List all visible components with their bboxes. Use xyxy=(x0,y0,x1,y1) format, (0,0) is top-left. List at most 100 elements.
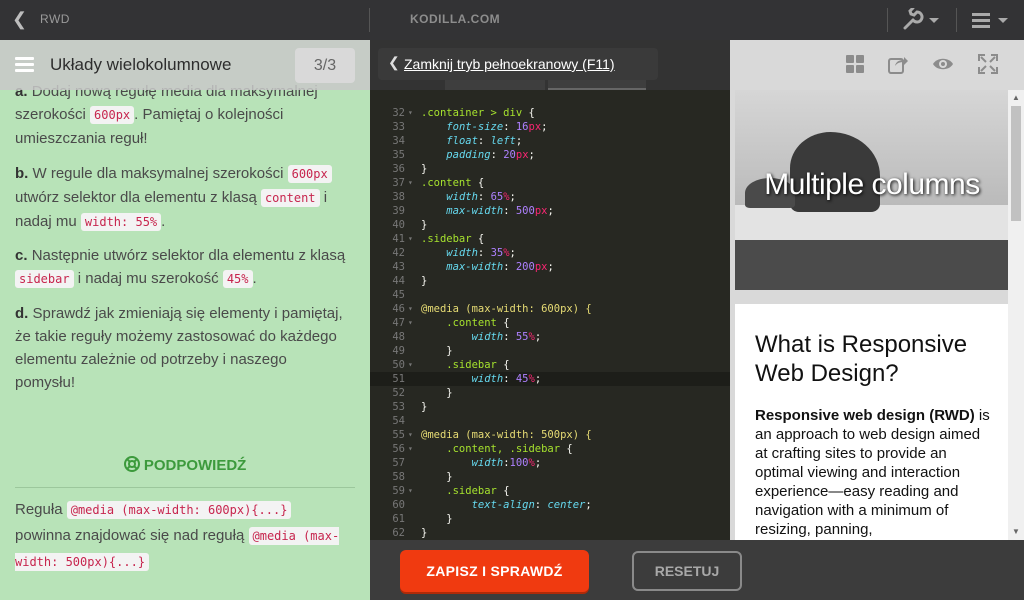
code-line[interactable]: 34 float: left; xyxy=(370,134,730,148)
eye-icon[interactable] xyxy=(932,54,954,76)
code-line[interactable]: 35 padding: 20px; xyxy=(370,148,730,162)
chevron-left-icon[interactable]: ❮ xyxy=(12,9,27,30)
task-letter: c. xyxy=(15,247,28,264)
code-line[interactable]: 51 width: 45%; xyxy=(370,372,730,386)
fold-icon[interactable]: ▾ xyxy=(408,176,413,190)
task-letter: d. xyxy=(15,305,29,322)
code-line[interactable]: 37 ▾ .content { xyxy=(370,176,730,190)
grid-icon[interactable] xyxy=(844,54,866,76)
code-line[interactable]: 36} xyxy=(370,162,730,176)
preview-frame[interactable]: Multiple columns What is Responsive Web … xyxy=(735,90,1009,540)
line-text: } xyxy=(421,527,428,539)
line-text: .content, .sidebar { xyxy=(421,443,573,455)
code-line[interactable]: 47 ▾ .content { xyxy=(370,316,730,330)
exit-fullscreen-label: Zamknij tryb pełnoekranowy (F11) xyxy=(404,56,615,72)
preview-scrollbar[interactable]: ▲ ▼ xyxy=(1008,90,1024,540)
lifebuoy-icon xyxy=(123,456,144,474)
code-line[interactable]: 41 ▾ .sidebar { xyxy=(370,232,730,246)
line-number: 32 xyxy=(392,107,405,119)
scroll-down-icon[interactable]: ▼ xyxy=(1012,527,1020,536)
hint-text-part: powinna znajdować się nad regułą xyxy=(15,527,245,544)
code-line[interactable]: 56 ▾ .content, .sidebar { xyxy=(370,442,730,456)
line-number: 42 xyxy=(392,247,405,259)
main-menu-dropdown[interactable] xyxy=(970,8,1014,32)
top-bar: ❮ RWD KODILLA.COM xyxy=(0,0,1024,40)
code-line[interactable]: 62} xyxy=(370,526,730,540)
code-line[interactable]: 33 font-size: 16px; xyxy=(370,120,730,134)
code-line[interactable]: 55 ▾ @media (max-width: 500px) { xyxy=(370,428,730,442)
code-line[interactable]: 45 xyxy=(370,288,730,302)
line-number: 56 xyxy=(392,443,405,455)
line-text: } xyxy=(421,275,428,287)
code-snippet: 600px xyxy=(287,165,332,183)
fold-icon[interactable]: ▾ xyxy=(408,316,413,330)
code-snippet: sidebar xyxy=(15,270,74,288)
code-line[interactable]: 61 } xyxy=(370,512,730,526)
code-line[interactable]: 40} xyxy=(370,218,730,232)
code-line[interactable]: 43 max-width: 200px; xyxy=(370,260,730,274)
paragraph-text: is an approach to web design aimed at cr… xyxy=(755,407,990,538)
hint-toggle[interactable]: PODPOWIEDŹ xyxy=(0,456,370,474)
line-number: 62 xyxy=(392,527,405,539)
tools-dropdown[interactable] xyxy=(901,6,943,32)
task-text: Następnie utwórz selektor dla elementu z… xyxy=(31,247,346,264)
divider xyxy=(369,8,370,32)
fold-icon[interactable]: ▾ xyxy=(408,106,413,120)
fold-icon[interactable]: ▾ xyxy=(408,302,413,316)
line-number: 37 xyxy=(392,177,405,189)
share-icon[interactable] xyxy=(887,54,909,76)
menu-icon xyxy=(972,13,1008,28)
exit-fullscreen-button[interactable]: ❮ Zamknij tryb pełnoekranowy (F11) xyxy=(378,48,658,80)
code-line[interactable]: 49 } xyxy=(370,344,730,358)
course-name[interactable]: RWD xyxy=(40,12,70,26)
fullscreen-icon[interactable] xyxy=(977,54,999,76)
fold-icon[interactable]: ▾ xyxy=(408,232,413,246)
section-gap xyxy=(735,290,1009,304)
line-text: max-width: 500px; xyxy=(446,205,554,217)
task-text: utwórz selektor dla elementu z klasą xyxy=(15,189,257,206)
fold-icon[interactable]: ▾ xyxy=(408,442,413,456)
scroll-up-icon[interactable]: ▲ xyxy=(1012,93,1020,102)
preview-heading: What is Responsive Web Design? xyxy=(755,331,968,387)
divider xyxy=(956,8,957,32)
fold-icon[interactable]: ▾ xyxy=(408,358,413,372)
code-line[interactable]: 39 max-width: 500px; xyxy=(370,204,730,218)
line-number: 58 xyxy=(392,471,405,483)
preview-toolbar xyxy=(730,40,1024,90)
line-text: width: 45%; xyxy=(471,373,542,385)
line-text: } xyxy=(421,387,453,399)
code-line[interactable]: 60 text-align: center; xyxy=(370,498,730,512)
code-line[interactable]: 59 ▾ .sidebar { xyxy=(370,484,730,498)
line-number: 50 xyxy=(392,359,405,371)
line-text: } xyxy=(421,219,428,231)
brand-link[interactable]: KODILLA.COM xyxy=(410,12,500,26)
code-line[interactable]: 42 width: 35%; xyxy=(370,246,730,260)
code-line[interactable]: 44} xyxy=(370,274,730,288)
preview-paragraph: Responsive web design (RWD) is an approa… xyxy=(755,406,995,539)
code-line[interactable]: 32 ▾ .container > div { xyxy=(370,106,730,120)
line-number: 54 xyxy=(392,415,405,427)
code-line[interactable]: 53} xyxy=(370,400,730,414)
code-lines[interactable]: 32 ▾ .container > div {33 font-size: 16px;… xyxy=(370,106,730,540)
divider xyxy=(887,8,888,32)
code-line[interactable]: 48 width: 55%; xyxy=(370,330,730,344)
scrollbar-thumb[interactable] xyxy=(1011,106,1021,221)
code-line[interactable]: 54 xyxy=(370,414,730,428)
code-line[interactable]: 38 width: 65%; xyxy=(370,190,730,204)
save-and-check-button[interactable]: ZAPISZ I SPRAWDŹ xyxy=(400,550,589,592)
code-line[interactable]: 58 } xyxy=(370,470,730,484)
code-editor[interactable]: styles.css ❮ Zamknij tryb pełnoekranowy … xyxy=(370,40,730,540)
lesson-title: Układy wielokolumnowe xyxy=(50,55,232,74)
hamburger-icon[interactable] xyxy=(15,57,34,73)
code-line[interactable]: 46 ▾ @media (max-width: 600px) { xyxy=(370,302,730,316)
line-text: } xyxy=(421,345,453,357)
code-line[interactable]: 57 width:100%; xyxy=(370,456,730,470)
step-pager[interactable]: 3/3 xyxy=(295,48,355,83)
code-line[interactable]: 52 } xyxy=(370,386,730,400)
line-number: 47 xyxy=(392,317,405,329)
line-text: } xyxy=(421,471,453,483)
code-line[interactable]: 50 ▾ .sidebar { xyxy=(370,358,730,372)
reset-button[interactable]: RESETUJ xyxy=(632,551,742,591)
fold-icon[interactable]: ▾ xyxy=(408,428,413,442)
fold-icon[interactable]: ▾ xyxy=(408,484,413,498)
